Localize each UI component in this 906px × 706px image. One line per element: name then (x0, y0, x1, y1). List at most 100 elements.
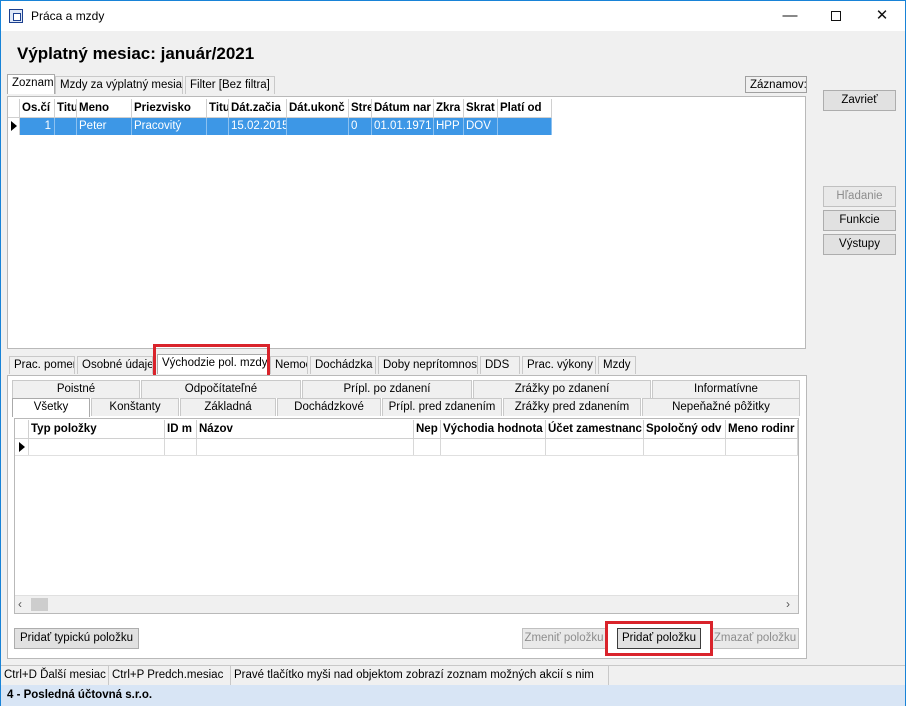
table-row-new[interactable] (15, 439, 798, 456)
cell-vychodzia-hodnota[interactable] (441, 439, 546, 455)
cell-plati-od (498, 118, 552, 135)
cell-priezvisko: Pracovitý (132, 118, 207, 135)
change-item-button[interactable]: Zmeniť položku (522, 628, 606, 649)
col-typ-polozky[interactable]: Typ položky (29, 420, 165, 439)
tab-filter[interactable]: Filter [Bez filtra] (185, 76, 275, 94)
col-meno-rodinneho[interactable]: Meno rodinr (726, 420, 798, 439)
col-meno[interactable]: Meno (77, 99, 132, 118)
tab-nemoc[interactable]: Nemoc (270, 356, 308, 374)
cell-spolocny-odvod[interactable] (644, 439, 726, 455)
col-stredisko[interactable]: Stre (349, 99, 372, 118)
col-nazov[interactable]: Názov (197, 420, 414, 439)
tab-vychodzie-pol-mzdy[interactable]: Východzie pol. mzdy (157, 354, 269, 374)
tab-pripl-po-zdaneni[interactable]: Prípl. po zdanení (302, 380, 472, 398)
cell-os-cislo: 1 (20, 118, 55, 135)
outputs-button[interactable]: Výstupy (823, 234, 896, 255)
tab-vsetky[interactable]: Všetky (12, 398, 90, 417)
row-indicator (8, 118, 20, 135)
cell-typ-polozky[interactable] (29, 439, 165, 455)
status-hint: Pravé tlačítko myši nad objektom zobrazí… (231, 666, 609, 685)
app-window: Práca a mzdy — ✕ Výplatný mesiac: január… (0, 0, 906, 706)
tab-odpocitatelne[interactable]: Odpočítateľné (141, 380, 301, 398)
current-row-arrow-icon (19, 442, 25, 452)
tab-mzdy[interactable]: Mzdy (598, 356, 636, 374)
cell-nep[interactable] (414, 439, 441, 455)
records-count: Záznamov: (745, 76, 807, 93)
close-button[interactable]: Zavrieť (823, 90, 896, 111)
delete-item-button[interactable]: Zmazať položku (711, 628, 799, 649)
cell-skratka: HPP (434, 118, 464, 135)
detail-tab-strip: Prac. pomer Osobné údaje Východzie pol. … (7, 354, 807, 376)
cell-nazov[interactable] (197, 439, 414, 455)
tab-zrazky-pred-zdanenim[interactable]: Zrážky pred zdanením (503, 398, 641, 416)
col-spolocny-odvod[interactable]: Spoločný odv (644, 420, 726, 439)
col-skratka[interactable]: Zkra (434, 99, 464, 118)
tab-prac-pomer[interactable]: Prac. pomer (9, 356, 75, 374)
tab-osobne-udaje[interactable]: Osobné údaje (77, 356, 153, 374)
employee-table-header: Os.čí Titu Meno Priezvisko Titu Dát.zači… (8, 99, 552, 118)
tab-nepenazne-pozitky[interactable]: Nepeňažné pôžitky (642, 398, 800, 416)
col-titul-pred[interactable]: Titu (55, 99, 77, 118)
status-next-month: Ctrl+D Ďalší mesiac (1, 666, 109, 685)
cell-id-mzdy[interactable] (165, 439, 197, 455)
app-icon (9, 9, 23, 23)
company-bar: 4 - Posledná účtovná s.r.o. (1, 685, 905, 706)
cell-titul-pred (55, 118, 77, 135)
cell-titul-za (207, 118, 229, 135)
col-plati-od[interactable]: Platí od (498, 99, 552, 118)
category-tabs-row-2: Všetky Konštanty Základná Dochádzkové Pr… (12, 398, 802, 417)
row-indicator (15, 439, 29, 455)
tab-pripl-pred-zdanenim[interactable]: Prípl. pred zdanením (382, 398, 502, 416)
col-id-mzdy[interactable]: ID m (165, 420, 197, 439)
tab-zrazky-po-zdaneni[interactable]: Zrážky po zdanení (473, 380, 651, 398)
status-bar: Ctrl+D Ďalší mesiac Ctrl+P Predch.mesiac… (1, 665, 905, 685)
scrollbar-thumb[interactable] (31, 598, 48, 611)
search-button[interactable]: Hľadanie (823, 186, 896, 207)
items-table-header: Typ položky ID m Názov Nep Východia hodn… (15, 420, 798, 439)
maximize-button[interactable] (813, 1, 859, 31)
col-priezvisko[interactable]: Priezvisko (132, 99, 207, 118)
tab-konstanty[interactable]: Konštanty (91, 398, 179, 416)
employee-list[interactable]: Os.čí Titu Meno Priezvisko Titu Dát.zači… (7, 96, 806, 349)
top-tab-strip: Zoznam Mzdy za výplatný mesiac Filter [B… (7, 74, 807, 96)
scroll-left-icon[interactable]: ‹ (18, 597, 22, 611)
col-os-cislo[interactable]: Os.čí (20, 99, 55, 118)
col-ucet-zamestnanca[interactable]: Účet zamestnanc (546, 420, 644, 439)
tab-zoznam[interactable]: Zoznam (7, 74, 55, 94)
minimize-button[interactable]: — (767, 1, 813, 31)
col-dat-ukoncenia[interactable]: Dát.ukonč (287, 99, 349, 118)
cell-meno-rodinneho[interactable] (726, 439, 798, 455)
page-title: Výplatný mesiac: január/2021 (17, 44, 255, 63)
items-grid[interactable]: Typ položky ID m Názov Nep Východia hodn… (14, 418, 799, 614)
scroll-right-icon[interactable]: › (786, 597, 790, 611)
tab-informativne[interactable]: Informatívne (652, 380, 800, 398)
tab-poistne[interactable]: Poistné (12, 380, 140, 398)
maximize-icon (831, 11, 841, 21)
tab-prac-vykony[interactable]: Prac. výkony (522, 356, 596, 374)
horizontal-scrollbar[interactable]: ‹ › (15, 595, 798, 613)
tab-dochadzka[interactable]: Dochádzka (310, 356, 376, 374)
tab-doby-nepritomnosti[interactable]: Doby neprítomnosti (378, 356, 478, 374)
cell-meno: Peter (77, 118, 132, 135)
cell-stredisko: 0 (349, 118, 372, 135)
col-skratka-2[interactable]: Skrat (464, 99, 498, 118)
title-bar: Práca a mzdy — ✕ (1, 1, 905, 31)
tab-dochadzkove[interactable]: Dochádzkové (277, 398, 381, 416)
col-vychodzia-hodnota[interactable]: Východia hodnota (441, 420, 546, 439)
row-indicator-header (8, 99, 20, 118)
table-row[interactable]: 1 Peter Pracovitý 15.02.2015 0 01.01.197… (8, 118, 552, 135)
col-datum-narodenia[interactable]: Dátum nar (372, 99, 434, 118)
cell-ucet-zamestnanca[interactable] (546, 439, 644, 455)
status-prev-month: Ctrl+P Predch.mesiac (109, 666, 231, 685)
row-indicator-header (15, 420, 29, 439)
add-typical-item-button[interactable]: Pridať typickú položku (14, 628, 139, 649)
col-titul-za[interactable]: Titu (207, 99, 229, 118)
add-item-button[interactable]: Pridať položku (617, 628, 701, 649)
functions-button[interactable]: Funkcie (823, 210, 896, 231)
tab-zakladna[interactable]: Základná (180, 398, 276, 416)
close-window-button[interactable]: ✕ (859, 1, 905, 31)
col-dat-zaciatku[interactable]: Dát.začia (229, 99, 287, 118)
tab-mzdy-za-mesiac[interactable]: Mzdy za výplatný mesiac (55, 76, 183, 94)
tab-dds[interactable]: DDS (480, 356, 520, 374)
col-nep[interactable]: Nep (414, 420, 441, 439)
